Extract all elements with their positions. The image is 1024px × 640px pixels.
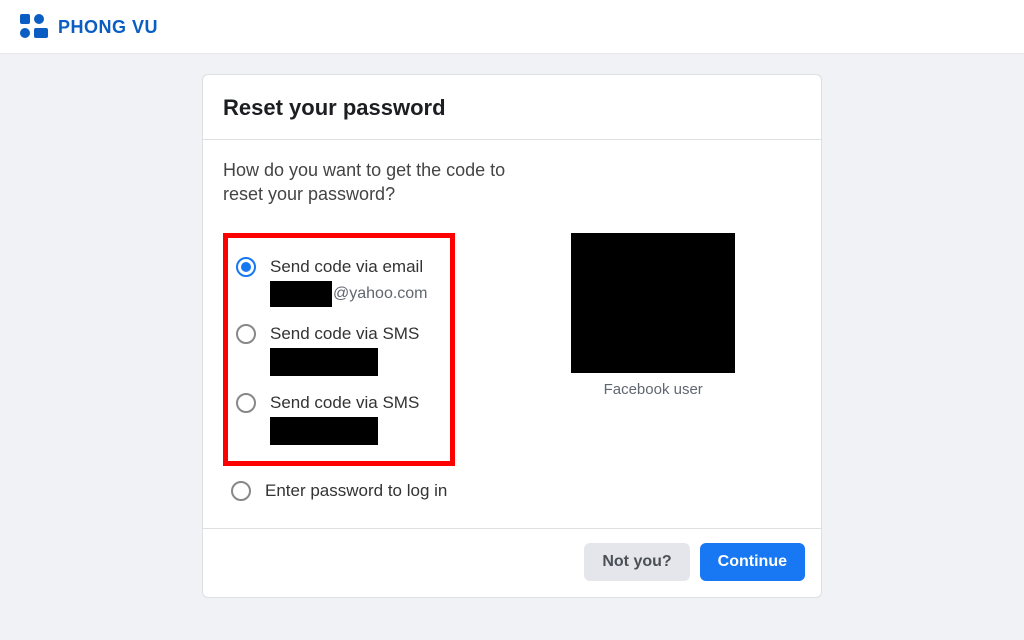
not-you-button[interactable]: Not you?	[584, 543, 689, 581]
redacted-email-local	[270, 281, 332, 307]
brand-name: PHONG VU	[58, 17, 158, 38]
redacted-phone	[270, 348, 378, 376]
continue-button[interactable]: Continue	[700, 543, 805, 581]
option-label: Enter password to log in	[265, 480, 447, 501]
prompt-text: How do you want to get the code to reset…	[223, 158, 533, 207]
options-column: Send code via email @yahoo.com Send code…	[223, 233, 455, 514]
radio-unselected-icon[interactable]	[236, 324, 256, 344]
card-footer: Not you? Continue	[203, 528, 821, 597]
highlighted-options-box: Send code via email @yahoo.com Send code…	[223, 233, 455, 467]
logo-icon	[20, 14, 52, 40]
profile-name: Facebook user	[604, 381, 703, 398]
redacted-phone	[270, 417, 378, 445]
option-label: Send code via SMS	[270, 323, 419, 344]
option-enter-password[interactable]: Enter password to log in	[231, 476, 447, 505]
card-title: Reset your password	[223, 95, 801, 121]
card-body: How do you want to get the code to reset…	[203, 140, 821, 528]
radio-unselected-icon[interactable]	[231, 481, 251, 501]
page-header: PHONG VU	[0, 0, 1024, 54]
option-label: Send code via email	[270, 256, 428, 277]
radio-unselected-icon[interactable]	[236, 393, 256, 413]
option-send-code-sms-2[interactable]: Send code via SMS	[236, 388, 442, 449]
option-label: Send code via SMS	[270, 392, 419, 413]
radio-selected-icon[interactable]	[236, 257, 256, 277]
email-domain: @yahoo.com	[333, 285, 428, 302]
profile-column: Facebook user	[455, 233, 801, 514]
card-header: Reset your password	[203, 75, 821, 140]
brand-logo[interactable]: PHONG VU	[20, 14, 1004, 40]
option-send-code-email[interactable]: Send code via email @yahoo.com	[236, 252, 442, 311]
page-body: Reset your password How do you want to g…	[0, 54, 1024, 598]
avatar	[571, 233, 735, 373]
reset-password-card: Reset your password How do you want to g…	[202, 74, 822, 598]
option-send-code-sms-1[interactable]: Send code via SMS	[236, 319, 442, 380]
